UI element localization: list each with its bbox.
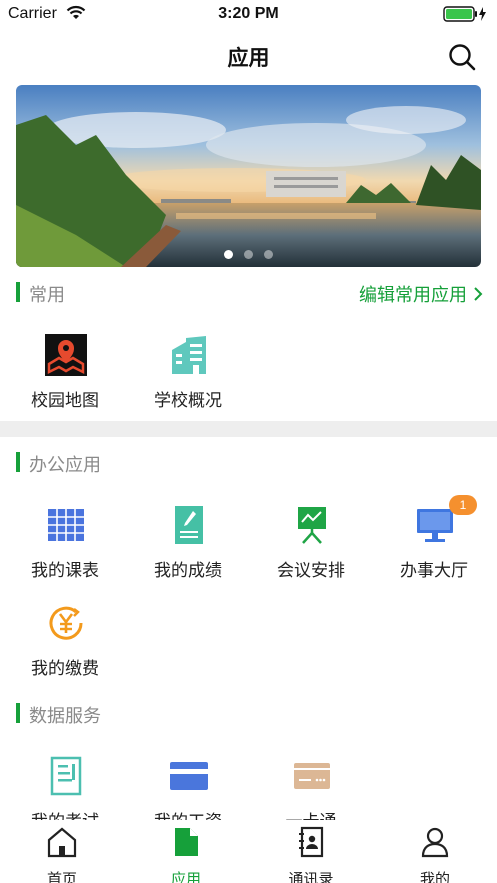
app-campus-map[interactable]: 校园地图 [3, 334, 127, 424]
carousel-dot-1[interactable] [224, 250, 233, 259]
tab-me[interactable]: 我的 [373, 826, 497, 883]
carousel-dots [16, 250, 481, 259]
app-my-timetable[interactable]: 我的课表 [3, 504, 127, 594]
app-label: 校园地图 [31, 391, 99, 410]
app-meeting-schedule[interactable]: 会议安排 [249, 504, 373, 594]
section-header-office: 办公应用 [0, 450, 497, 475]
section-title: 常用 [29, 285, 65, 305]
app-label: 办事大厅 [400, 561, 468, 580]
tab-home[interactable]: 首页 [0, 826, 124, 883]
banner-carousel[interactable] [16, 85, 481, 267]
campus-card-icon [291, 755, 333, 797]
map-pin-icon [45, 334, 87, 376]
page-title: 应用 [227, 47, 270, 70]
tab-apps[interactable]: 应用 [124, 826, 248, 883]
notification-badge: 1 [449, 495, 477, 515]
tab-label: 首页 [46, 871, 77, 883]
app-label: 我的成绩 [154, 561, 222, 580]
app-my-payments[interactable]: 我的缴费 [3, 602, 127, 692]
tab-label: 我的 [419, 871, 450, 883]
person-icon [421, 827, 449, 858]
banner-image [16, 85, 481, 267]
tab-contacts[interactable]: 通讯录 [249, 826, 373, 883]
app-label: 我的缴费 [31, 659, 99, 678]
section-header-data: 数据服务 [0, 701, 497, 726]
nav-bar: 应用 [0, 28, 497, 84]
battery-icon [443, 6, 487, 27]
section-title: 数据服务 [29, 706, 101, 726]
chevron-right-icon [474, 287, 483, 301]
carousel-dot-3[interactable] [264, 250, 273, 259]
status-bar: Carrier 3:20 PM [0, 0, 497, 28]
app-service-hall[interactable]: 办事大厅 [372, 504, 496, 594]
bank-card-icon [168, 755, 210, 797]
tab-label: 应用 [170, 871, 201, 883]
presentation-board-icon [291, 504, 333, 546]
status-time: 3:20 PM [218, 5, 279, 22]
yuan-coin-icon [45, 602, 87, 644]
notepad-pencil-icon [168, 504, 210, 546]
section-accent-bar [16, 452, 20, 472]
section-header-common: 常用 编辑常用应用 [0, 280, 497, 307]
app-label: 我的课表 [31, 561, 99, 580]
app-label: 学校概况 [154, 391, 222, 410]
section-accent-bar [16, 703, 20, 723]
tab-label: 通讯录 [288, 871, 334, 883]
carousel-dot-2[interactable] [244, 250, 253, 259]
app-my-grades[interactable]: 我的成绩 [126, 504, 250, 594]
home-icon [47, 827, 77, 858]
exam-paper-icon [45, 755, 87, 797]
section-title: 办公应用 [29, 455, 101, 475]
edit-common-apps-label: 编辑常用应用 [359, 285, 467, 305]
section-divider [0, 421, 497, 437]
section-accent-bar [16, 282, 20, 302]
app-school-overview[interactable]: 学校概况 [126, 334, 250, 424]
calendar-grid-icon [45, 504, 87, 546]
edit-common-apps-link[interactable]: 编辑常用应用 [359, 281, 483, 307]
document-icon [175, 828, 198, 856]
search-icon[interactable] [447, 42, 477, 72]
tab-bar: 首页 应用 通讯录 我的 [0, 820, 497, 883]
app-label: 会议安排 [277, 561, 345, 580]
buildings-icon [168, 334, 210, 376]
contacts-book-icon [299, 826, 324, 858]
